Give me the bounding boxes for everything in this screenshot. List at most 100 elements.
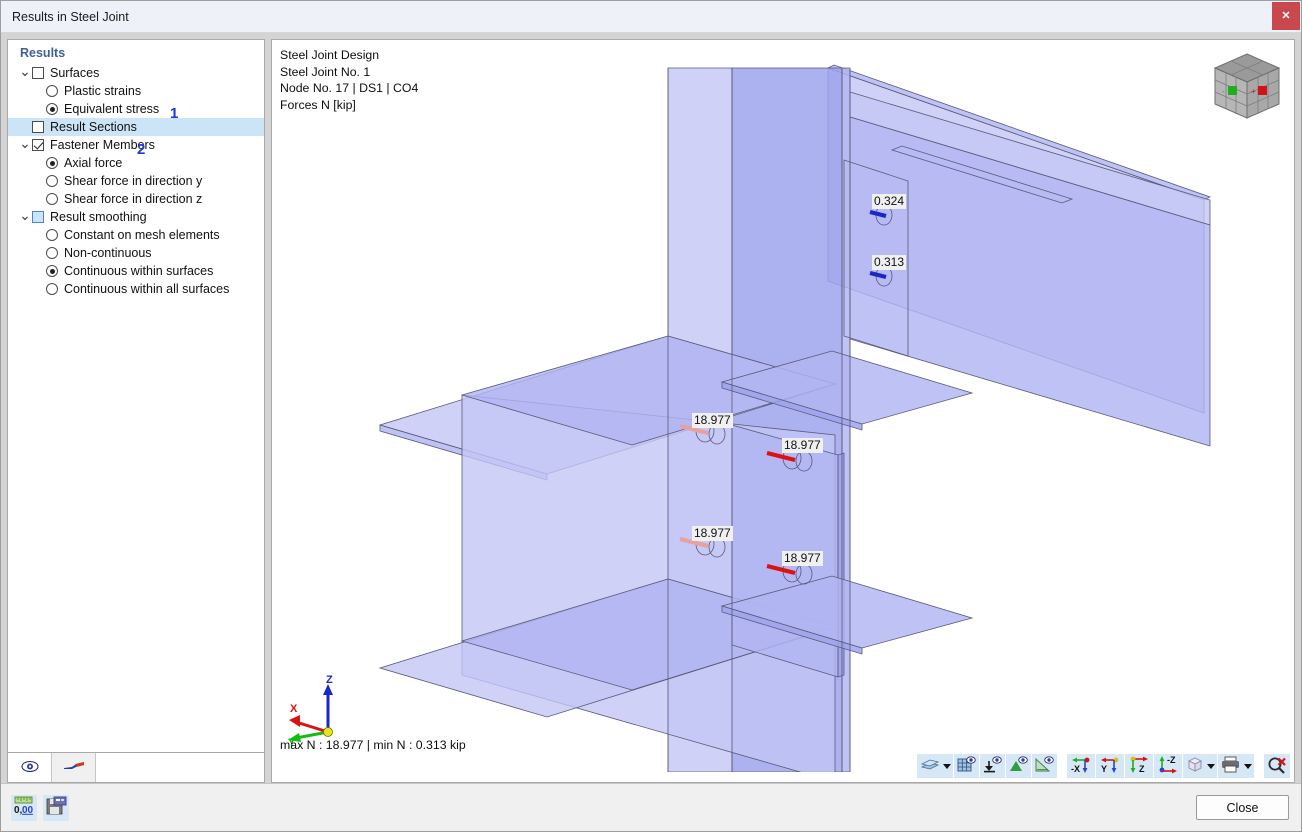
steel-joint-3d-model: .f-l { fill:#c3c6f5; fill-opacity:0.80; … — [378, 64, 1212, 772]
radio-axial-force[interactable] — [46, 157, 58, 169]
toggle-supports-button[interactable] — [980, 754, 1005, 778]
callout-marker-1: 1 — [170, 105, 179, 122]
axis-neg-z-icon: -Z — [1157, 755, 1179, 778]
view-in-y-button[interactable]: Y — [1096, 754, 1124, 778]
tree-item-constant-on-mesh-elements[interactable]: Constant on mesh elements — [8, 226, 264, 244]
tree-item-continuous-within-all-surfaces[interactable]: Continuous within all surfaces — [8, 280, 264, 298]
results-in-steel-joint-window: Results in Steel Joint ✕ Results ⌄ Surfac… — [0, 0, 1302, 832]
model-viewport[interactable]: .f-l { fill:#c3c6f5; fill-opacity:0.80; … — [271, 39, 1295, 783]
tree-item-non-continuous[interactable]: Non-continuous — [8, 244, 264, 262]
export-button[interactable] — [43, 794, 69, 821]
axis-triad-icon: Z X Y — [288, 674, 333, 746]
tree-item-result-smoothing[interactable]: ⌄ Result smoothing — [8, 208, 264, 226]
tree-item-equivalent-stress[interactable]: Equivalent stress — [8, 100, 264, 118]
isometric-view-button[interactable] — [1183, 754, 1217, 778]
tab-display-properties[interactable] — [8, 753, 52, 782]
dimension-visibility-icon — [1035, 756, 1054, 776]
tree-item-continuous-within-surfaces[interactable]: Continuous within surfaces — [8, 262, 264, 280]
radio-constant-on-mesh-elements[interactable] — [46, 229, 58, 241]
tab-result-diagram[interactable] — [52, 753, 96, 782]
bottom-bar-buttons: 0, 00 — [11, 794, 69, 821]
radio-continuous-within-surfaces[interactable] — [46, 265, 58, 277]
chevron-down-icon[interactable]: ⌄ — [18, 208, 32, 222]
mesh-visibility-icon — [957, 756, 976, 776]
results-tree[interactable]: Results ⌄ Surfaces Plastic strains Equivale… — [7, 39, 265, 753]
tree-item-label: Constant on mesh elements — [64, 228, 220, 242]
radio-continuous-within-all-surfaces[interactable] — [46, 283, 58, 295]
toggle-loads-button[interactable] — [1006, 754, 1031, 778]
svg-text:+: + — [1251, 87, 1256, 96]
tree-item-label: Plastic strains — [64, 84, 142, 98]
force-value-label: 0.324 — [872, 194, 907, 209]
checkbox-result-smoothing[interactable] — [32, 211, 44, 223]
tree-item-plastic-strains[interactable]: Plastic strains — [8, 82, 264, 100]
checkbox-fastener-members[interactable] — [32, 139, 44, 151]
dialog-bottom-bar: 0, 00 Close — [1, 783, 1301, 831]
axis-y-icon: Y — [1099, 755, 1121, 778]
zoom-reset-button[interactable] — [1264, 754, 1290, 778]
radio-equivalent-stress[interactable] — [46, 103, 58, 115]
radio-shear-force-in-direction-z[interactable] — [46, 193, 58, 205]
axis-label-z: Z — [326, 674, 333, 686]
checkbox-result-sections[interactable] — [32, 121, 44, 133]
radio-plastic-strains[interactable] — [46, 85, 58, 97]
load-visibility-icon — [1009, 756, 1028, 776]
results-sidebar: Results ⌄ Surfaces Plastic strains Equivale… — [7, 39, 265, 783]
radio-non-continuous[interactable] — [46, 247, 58, 259]
print-button[interactable] — [1218, 754, 1254, 778]
viewport-header: Steel Joint Design Steel Joint No. 1 Nod… — [280, 48, 419, 112]
axis-label-x: X — [290, 703, 298, 715]
result-diagram-icon — [63, 760, 85, 775]
view-in-negative-x-button[interactable]: -X — [1067, 754, 1095, 778]
force-value-label: 0.313 — [872, 255, 907, 270]
tree-item-label: Surfaces — [50, 66, 100, 80]
svg-text:Z: Z — [1139, 764, 1145, 774]
window-title: Results in Steel Joint — [12, 9, 129, 24]
view-in-z-button[interactable]: Z — [1125, 754, 1153, 778]
tree-item-label: Shear force in direction z — [64, 192, 203, 206]
close-icon[interactable]: ✕ — [1272, 2, 1300, 30]
eye-icon — [20, 760, 39, 776]
tree-item-label: Continuous within all surfaces — [64, 282, 230, 296]
toggle-mesh-button[interactable] — [954, 754, 979, 778]
tree-item-fastener-members[interactable]: ⌄ Fastener Members — [8, 136, 264, 154]
tree-item-shear-force-in-direction-z[interactable]: Shear force in direction z — [8, 190, 264, 208]
chevron-down-icon[interactable]: ⌄ — [18, 136, 32, 150]
tree-item-label: Continuous within surfaces — [64, 264, 214, 278]
checkbox-surfaces[interactable] — [32, 67, 44, 79]
rendering-mode-button[interactable] — [917, 754, 953, 778]
tree-item-shear-force-in-direction-y[interactable]: Shear force in direction y — [8, 172, 264, 190]
support-visibility-icon — [983, 756, 1002, 776]
view-in-negative-z-button[interactable]: -Z — [1154, 754, 1182, 778]
tree-item-label: Axial force — [64, 156, 123, 170]
chevron-down-icon[interactable] — [1207, 763, 1215, 769]
force-value-label: 18.977 — [692, 413, 733, 428]
tree-item-axial-force[interactable]: Axial force — [8, 154, 264, 172]
force-value-label: 18.977 — [692, 526, 733, 541]
sidebar-tab-strip — [7, 753, 265, 783]
svg-text:Y: Y — [1101, 764, 1107, 774]
tree-item-surfaces[interactable]: ⌄ Surfaces — [8, 64, 264, 82]
svg-text:-: - — [1222, 87, 1225, 96]
tree-item-label: Non-continuous — [64, 246, 152, 260]
callout-marker-2: 2 — [137, 141, 146, 158]
chevron-down-icon[interactable] — [1244, 763, 1252, 769]
svg-text:-X: -X — [1071, 764, 1080, 774]
force-value-label: 18.977 — [782, 438, 823, 453]
min-max-status: max N : 18.977 | min N : 0.313 kip — [280, 738, 466, 752]
radio-shear-force-in-direction-y[interactable] — [46, 175, 58, 187]
tree-item-label: Result Sections — [50, 120, 137, 134]
decimal-places-icon: 0, 00 — [13, 796, 35, 819]
tree-item-result-sections[interactable]: ⌄Result Sections — [8, 118, 264, 136]
axis-x-icon: -X — [1070, 755, 1092, 778]
cube-icon — [1186, 756, 1204, 776]
svg-text:-Z: -Z — [1167, 755, 1176, 765]
decimal-places-button[interactable]: 0, 00 — [11, 794, 37, 821]
view-cube-icon[interactable]: - + — [1208, 48, 1286, 126]
work-area: Results ⌄ Surfaces Plastic strains Equivale… — [1, 33, 1301, 783]
chevron-down-icon[interactable] — [943, 763, 951, 769]
axis-z-icon: Z — [1128, 755, 1150, 778]
toggle-dimensions-button[interactable] — [1032, 754, 1057, 778]
close-button[interactable]: Close — [1196, 795, 1289, 820]
chevron-down-icon[interactable]: ⌄ — [18, 64, 32, 78]
